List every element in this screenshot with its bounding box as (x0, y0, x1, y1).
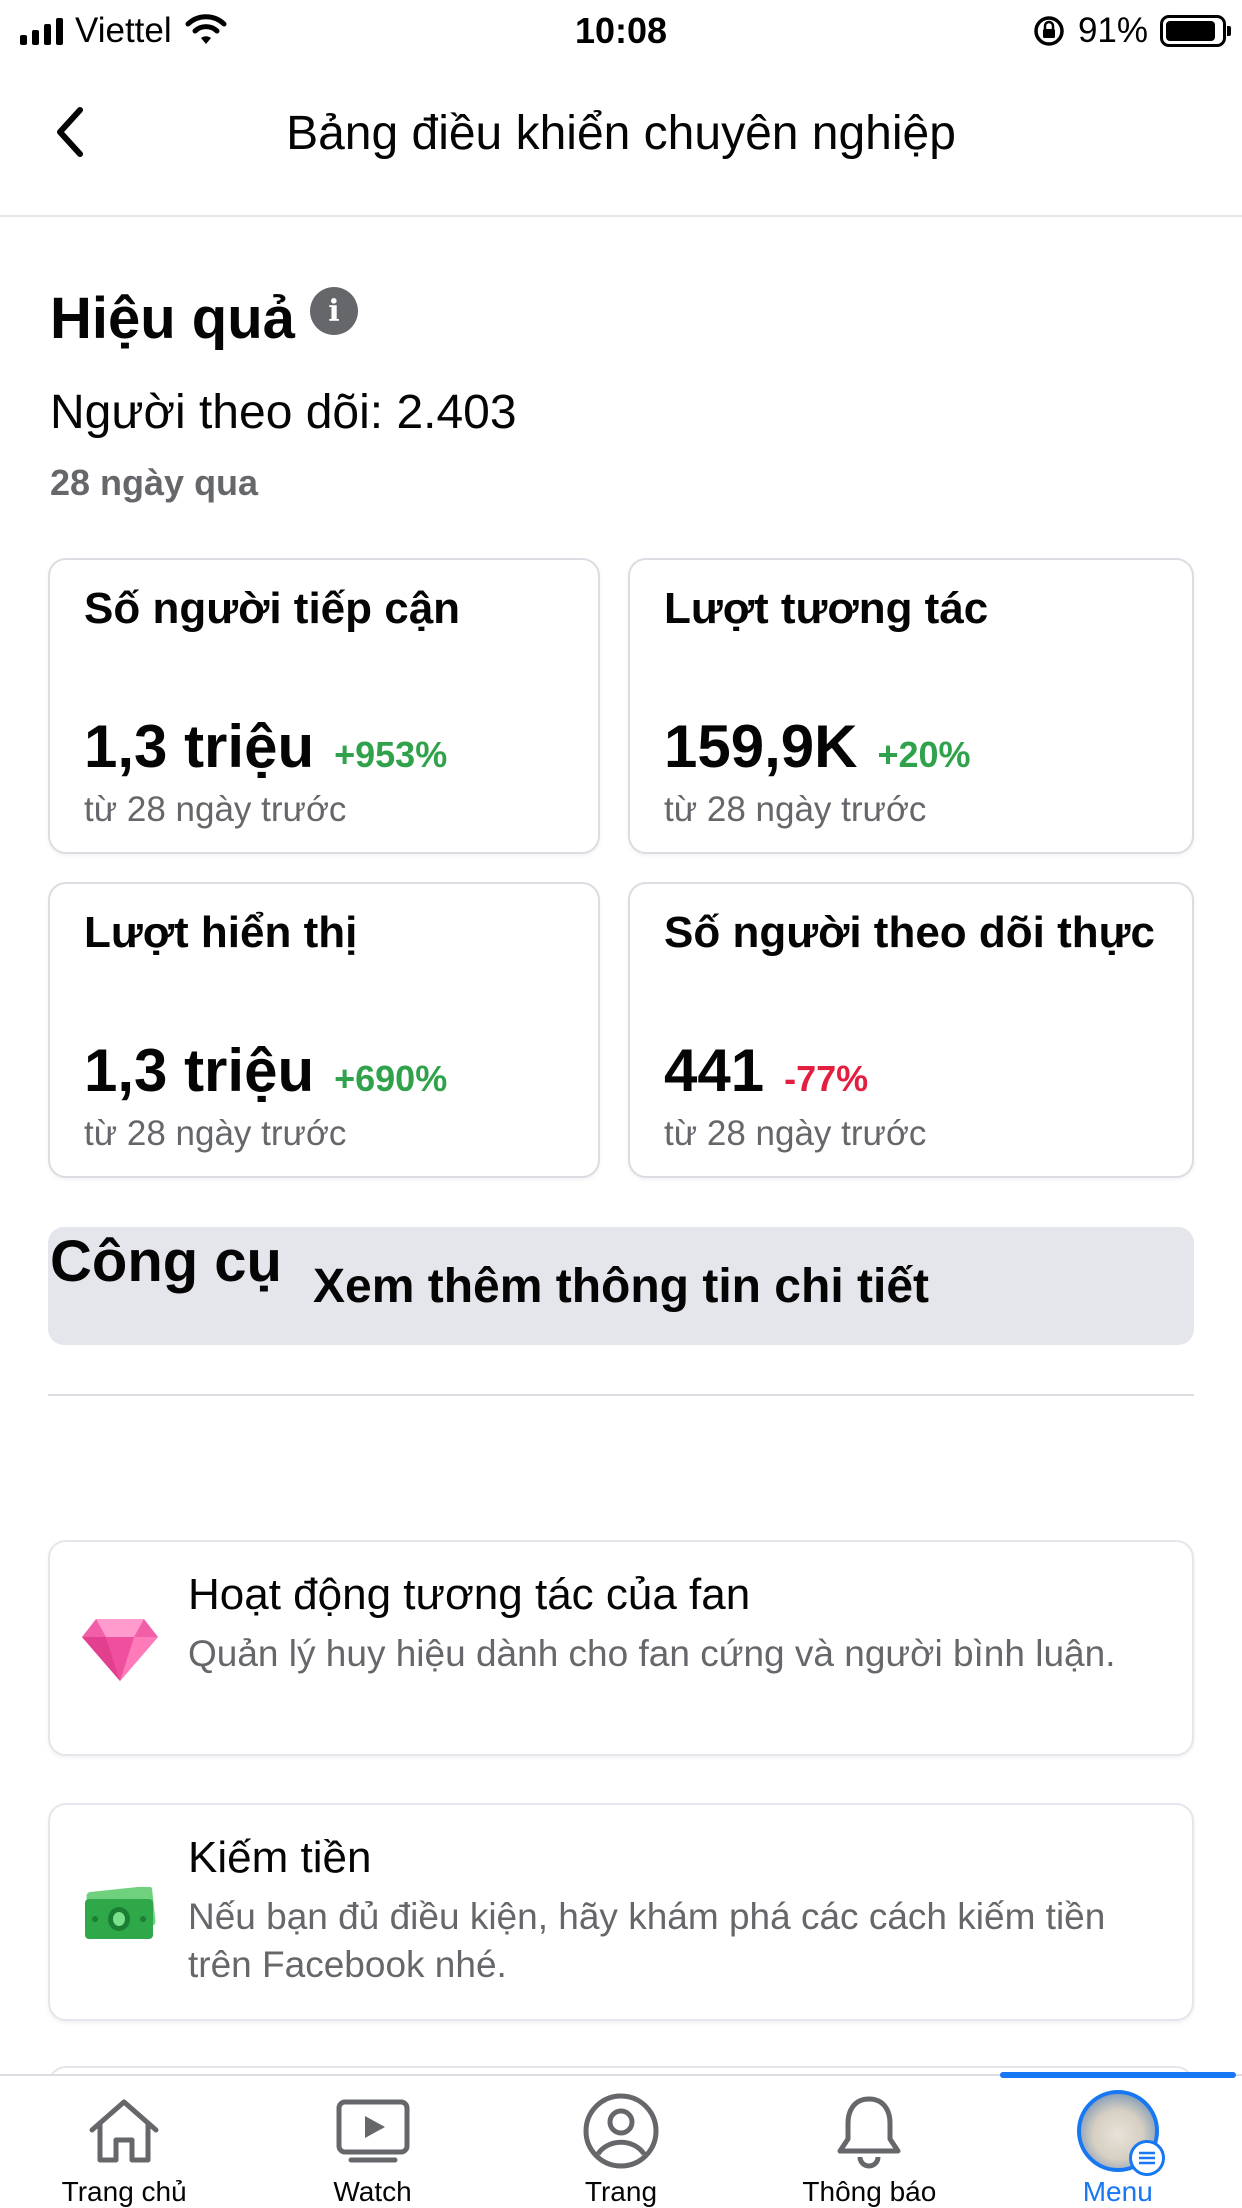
active-tab-indicator (999, 2072, 1236, 2078)
performance-title: Hiệu quả (50, 286, 295, 351)
profile-icon (582, 2088, 660, 2174)
tab-home[interactable]: Trang chủ (0, 2076, 248, 2208)
tool-fan-engagement[interactable]: Hoạt động tương tác của fan Quản lý huy … (48, 1540, 1194, 1756)
top-nav: Bảng điều khiển chuyên nghiệp (0, 62, 1242, 217)
metric-value: 1,3 triệu (84, 713, 315, 780)
tab-notifications[interactable]: Thông báo (745, 2076, 993, 2208)
metric-title: Lượt hiển thị (84, 908, 358, 957)
metric-change: +20% (877, 734, 971, 775)
tools-title: Công cụ (50, 1229, 282, 1294)
tool-title: Kiếm tiền (188, 1833, 372, 1882)
status-bar: Viettel 10:08 91% (0, 0, 1242, 62)
page-title: Bảng điều khiển chuyên nghiệp (286, 107, 956, 160)
tab-label: Trang (584, 2176, 658, 2207)
bell-icon (834, 2088, 904, 2174)
metric-title: Số người tiếp cận (84, 584, 461, 633)
metric-change: -77% (784, 1058, 869, 1099)
home-icon (86, 2088, 162, 2174)
tab-label: Menu (1082, 2176, 1153, 2207)
period-label: 28 ngày qua (50, 462, 259, 503)
metrics-grid: Số người tiếp cận 1,3 triệu +953% từ 28 … (48, 558, 1194, 1178)
metric-subtitle: từ 28 ngày trước (664, 1114, 927, 1153)
tool-title: Hoạt động tương tác của fan (188, 1570, 751, 1619)
metric-value: 159,9K (664, 713, 858, 780)
metric-value: 1,3 triệu (84, 1037, 315, 1104)
avatar (1076, 2090, 1165, 2176)
metric-card-reach[interactable]: Số người tiếp cận 1,3 triệu +953% từ 28 … (48, 558, 600, 854)
followers-count: Người theo dõi: 2.403 (50, 386, 517, 439)
tab-label: Watch (333, 2176, 412, 2207)
metric-subtitle: từ 28 ngày trước (664, 790, 927, 829)
metric-card-engagement[interactable]: Lượt tương tác 159,9K +20% từ 28 ngày tr… (628, 558, 1194, 854)
metric-subtitle: từ 28 ngày trước (84, 790, 347, 829)
section-divider (48, 1394, 1194, 1396)
metric-change: +953% (334, 734, 448, 775)
metric-card-impressions[interactable]: Lượt hiển thị 1,3 triệu +690% từ 28 ngày… (48, 882, 600, 1178)
bottom-tab-bar: Trang chủ Watch Trang Thông báo Menu (0, 2072, 1242, 2208)
watch-icon (335, 2088, 411, 2174)
battery-icon (1160, 15, 1231, 47)
tab-label: Thông báo (802, 2176, 937, 2207)
tool-description: Nếu bạn đủ điều kiện, hãy khám phá các c… (188, 1896, 1106, 1985)
metric-card-net-followers[interactable]: Số người theo dõi thực 441 -77% từ 28 ng… (628, 882, 1194, 1178)
tool-monetization[interactable]: Kiếm tiền Nếu bạn đủ điều kiện, hãy khám… (48, 1803, 1194, 2021)
menu-icon (1128, 2140, 1165, 2176)
metric-change: +690% (334, 1058, 448, 1099)
metric-subtitle: từ 28 ngày trước (84, 1114, 347, 1153)
info-icon[interactable]: i (310, 287, 358, 335)
money-icon (80, 1875, 160, 1955)
metric-value: 441 (664, 1037, 765, 1104)
tab-pages[interactable]: Trang (497, 2076, 745, 2208)
battery-percent: 91% (1077, 11, 1148, 50)
orientation-lock-icon (1034, 16, 1064, 46)
metric-title: Số người theo dõi thực (664, 908, 1155, 957)
metric-title: Lượt tương tác (664, 584, 989, 633)
tab-label: Trang chủ (61, 2176, 187, 2207)
tab-watch[interactable]: Watch (248, 2076, 496, 2208)
diamond-icon (80, 1610, 160, 1690)
tab-menu[interactable]: Menu (994, 2072, 1242, 2208)
tool-description: Quản lý huy hiệu dành cho fan cứng và ng… (188, 1633, 1116, 1674)
